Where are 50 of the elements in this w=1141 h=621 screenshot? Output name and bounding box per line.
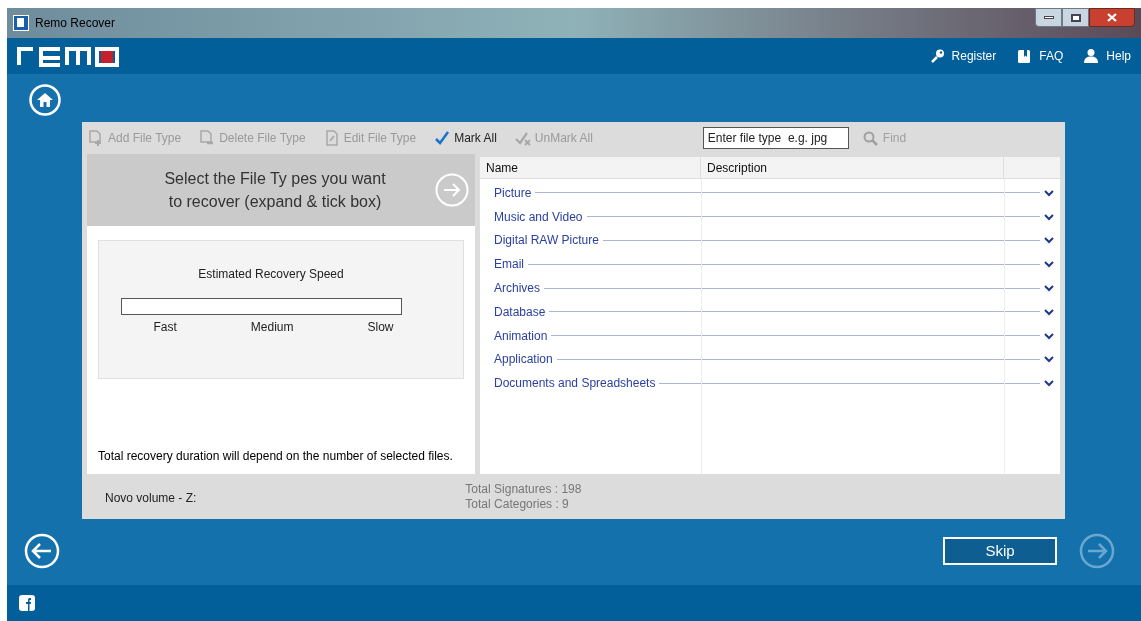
category-name[interactable]: Archives [494,279,540,298]
window-title: Remo Recover [35,15,116,32]
home-icon[interactable] [29,84,61,116]
column-header[interactable]: Name [480,157,701,178]
book-icon [1016,48,1033,64]
stats-text: Total Signatures : 198 [465,482,582,497]
search-icon [862,130,878,146]
expand-chevron-icon[interactable] [1044,283,1054,294]
skip-button[interactable]: Skip [943,537,1057,565]
expand-chevron-icon[interactable] [1044,259,1054,270]
speed-label: Fast [153,319,177,336]
expand-chevron-icon[interactable] [1044,211,1054,222]
checkmark-icon [434,130,451,146]
checkmark-cross-icon [514,130,531,146]
minimize-button[interactable] [1035,8,1062,27]
instructions-text: Select the File Ty pes you want to recover (expand & tick box) [163,169,387,212]
file-pencil-icon [323,130,340,146]
category-name[interactable]: Application [494,350,553,369]
person-icon [1083,48,1100,64]
column-header[interactable]: Description [701,157,1004,178]
speed-label: Slow [367,319,394,336]
close-icon [1107,13,1117,22]
duration-note: Total recovery duration will depend on the number of selected files. [98,449,454,464]
category-name[interactable]: Database [494,302,546,321]
speed-title: Estimated Recovery Speed [198,266,344,283]
expand-chevron-icon[interactable] [1044,378,1054,389]
header-link[interactable]: FAQ [1016,47,1064,65]
volume-label: Novo volume - Z: [105,490,197,507]
header-link[interactable]: Help [1083,47,1131,65]
expand-chevron-icon[interactable] [1044,306,1054,317]
category-name[interactable]: Documents and Spreadsheets [494,374,656,393]
header-link[interactable]: Register [928,47,997,65]
file-plus-icon [88,130,104,146]
category-name[interactable]: Animation [494,326,548,345]
expand-chevron-icon[interactable] [1044,187,1054,198]
expand-chevron-icon[interactable] [1044,330,1054,341]
facebook-icon[interactable] [19,595,35,611]
close-button[interactable] [1089,8,1135,27]
file-minus-icon [199,130,216,146]
speed-label: Medium [250,319,294,336]
category-name[interactable]: Email [494,255,524,274]
category-name[interactable]: Picture [494,183,532,202]
expand-chevron-icon[interactable] [1044,354,1054,365]
category-name[interactable]: Digital RAW Picture [494,231,599,250]
toolbar-button[interactable]: Mark All [434,129,497,147]
expand-chevron-icon[interactable] [1044,235,1054,246]
stats-text: Total Categories : 9 [465,497,570,512]
app-icon [13,15,29,31]
maximize-button[interactable] [1062,8,1089,27]
category-name[interactable]: Music and Video [494,207,583,226]
